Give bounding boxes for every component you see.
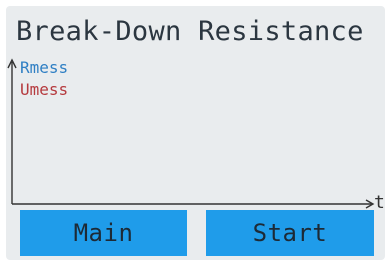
start-button[interactable]: Start [206,210,374,256]
main-button[interactable]: Main [20,210,187,256]
legend-rmess: Rmess [20,58,69,77]
device-screen: Break-Down Resistance Rmess Umess t Main… [6,6,385,260]
legend-umess: Umess [20,80,69,99]
x-axis-label: t [374,192,385,213]
